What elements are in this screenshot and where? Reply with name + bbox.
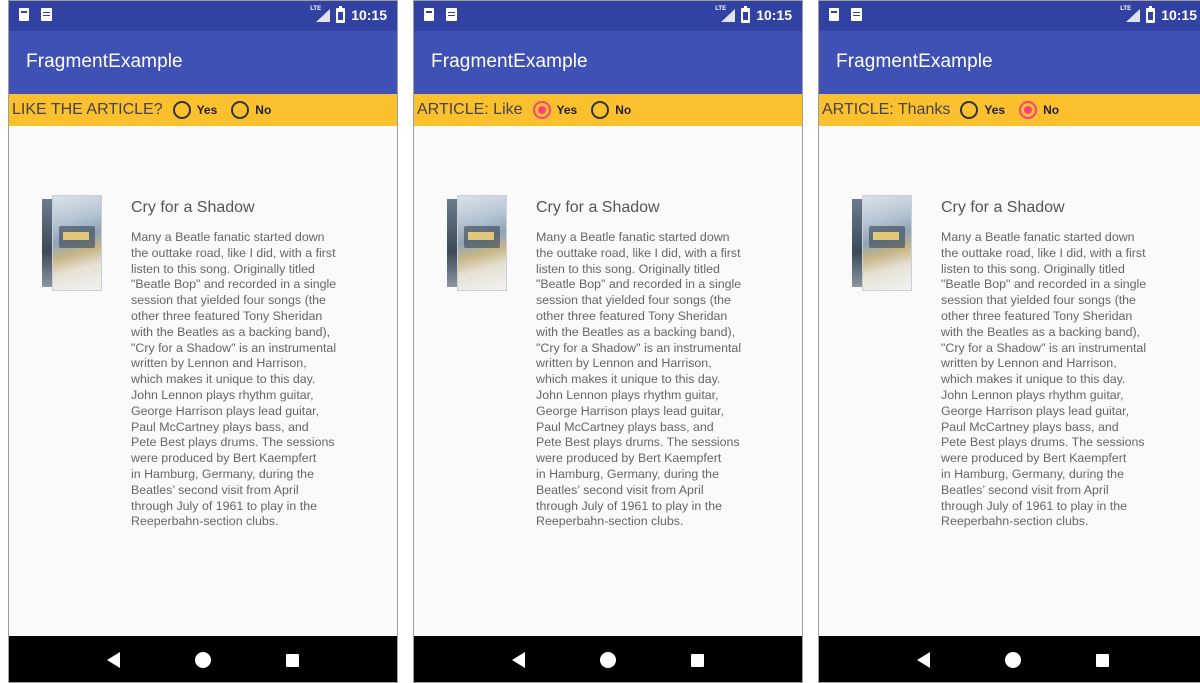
lte-signal-icon: LTE (310, 6, 331, 23)
radio-yes-label[interactable]: Yes (984, 103, 1005, 117)
article-body: Many a Beatle fanatic started down the o… (536, 230, 742, 529)
app-bar: FragmentExample (414, 31, 802, 94)
recents-icon[interactable] (1096, 653, 1110, 667)
radio-no-circle[interactable] (231, 101, 250, 119)
status-time: 10:15 (1161, 7, 1197, 23)
article-content: Cry for a Shadow Many a Beatle fanatic s… (414, 126, 802, 636)
app-bar: FragmentExample (819, 31, 1200, 94)
app-title: FragmentExample (431, 51, 588, 72)
back-icon[interactable] (511, 652, 525, 668)
app-bar: FragmentExample (9, 31, 397, 94)
sd-card-icon (424, 8, 434, 21)
radio-yes-label[interactable]: Yes (197, 103, 218, 117)
battery-icon (336, 5, 346, 23)
rating-label: ARTICLE: Thanks (822, 101, 951, 118)
radio-no-label[interactable]: No (615, 103, 631, 117)
home-icon[interactable] (194, 652, 211, 668)
radio-yes-circle[interactable] (960, 101, 979, 119)
home-icon[interactable] (1004, 652, 1021, 668)
nav-bar (819, 636, 1200, 682)
lte-signal-icon: LTE (715, 6, 736, 23)
phone-screen-1: LTE 10:15 FragmentExample LIKE THE ARTIC… (8, 0, 398, 683)
nav-bar (414, 636, 802, 682)
status-bar: LTE 10:15 (414, 1, 802, 31)
radio-no-label[interactable]: No (1043, 103, 1059, 117)
rating-bar: ARTICLE: Thanks Yes No (819, 94, 1200, 126)
radio-yes-circle[interactable] (172, 101, 191, 119)
article-title: Cry for a Shadow (131, 199, 255, 216)
radio-no-label[interactable]: No (255, 103, 271, 117)
notification-icon (446, 8, 457, 21)
nav-bar (9, 636, 397, 682)
lte-signal-icon: LTE (1120, 6, 1141, 23)
status-bar: LTE 10:15 (819, 1, 1200, 31)
radio-no[interactable]: No (231, 101, 271, 119)
phone-screen-2: LTE 10:15 FragmentExample ARTICLE: Like … (413, 0, 803, 683)
rating-label: ARTICLE: Like (417, 101, 523, 118)
radio-no-circle[interactable] (1019, 101, 1038, 119)
notification-icon (851, 8, 862, 21)
sd-card-icon (19, 8, 29, 21)
radio-no[interactable]: No (591, 101, 631, 119)
radio-yes[interactable]: Yes (532, 101, 578, 119)
radio-yes-label[interactable]: Yes (557, 103, 578, 117)
article-title: Cry for a Shadow (536, 199, 660, 216)
rating-label: LIKE THE ARTICLE? (12, 101, 163, 118)
radio-yes-circle[interactable] (532, 101, 551, 119)
battery-icon (741, 5, 751, 23)
article-content: Cry for a Shadow Many a Beatle fanatic s… (9, 126, 397, 636)
back-icon[interactable] (106, 652, 120, 668)
article-content: Cry for a Shadow Many a Beatle fanatic s… (819, 126, 1200, 636)
home-icon[interactable] (599, 652, 616, 668)
app-title: FragmentExample (26, 51, 183, 72)
status-time: 10:15 (351, 7, 387, 23)
recents-icon[interactable] (691, 653, 705, 667)
album-cover-image (852, 195, 912, 293)
notification-icon (41, 8, 52, 21)
rating-bar: ARTICLE: Like Yes No (414, 94, 802, 126)
sd-card-icon (829, 8, 839, 21)
article-body: Many a Beatle fanatic started down the o… (941, 230, 1147, 529)
article-title: Cry for a Shadow (941, 199, 1065, 216)
radio-yes[interactable]: Yes (172, 101, 218, 119)
radio-no-circle[interactable] (591, 101, 610, 119)
radio-no[interactable]: No (1019, 101, 1059, 119)
app-title: FragmentExample (836, 51, 993, 72)
battery-icon (1146, 5, 1156, 23)
status-bar: LTE 10:15 (9, 1, 397, 31)
album-cover-image (42, 195, 102, 293)
album-cover-image (447, 195, 507, 293)
phone-screen-3: LTE 10:15 FragmentExample ARTICLE: Thank… (818, 0, 1200, 683)
rating-bar: LIKE THE ARTICLE? Yes No (9, 94, 397, 126)
back-icon[interactable] (916, 652, 930, 668)
article-body: Many a Beatle fanatic started down the o… (131, 230, 337, 529)
recents-icon[interactable] (286, 653, 300, 667)
status-time: 10:15 (756, 7, 792, 23)
radio-yes[interactable]: Yes (960, 101, 1005, 119)
